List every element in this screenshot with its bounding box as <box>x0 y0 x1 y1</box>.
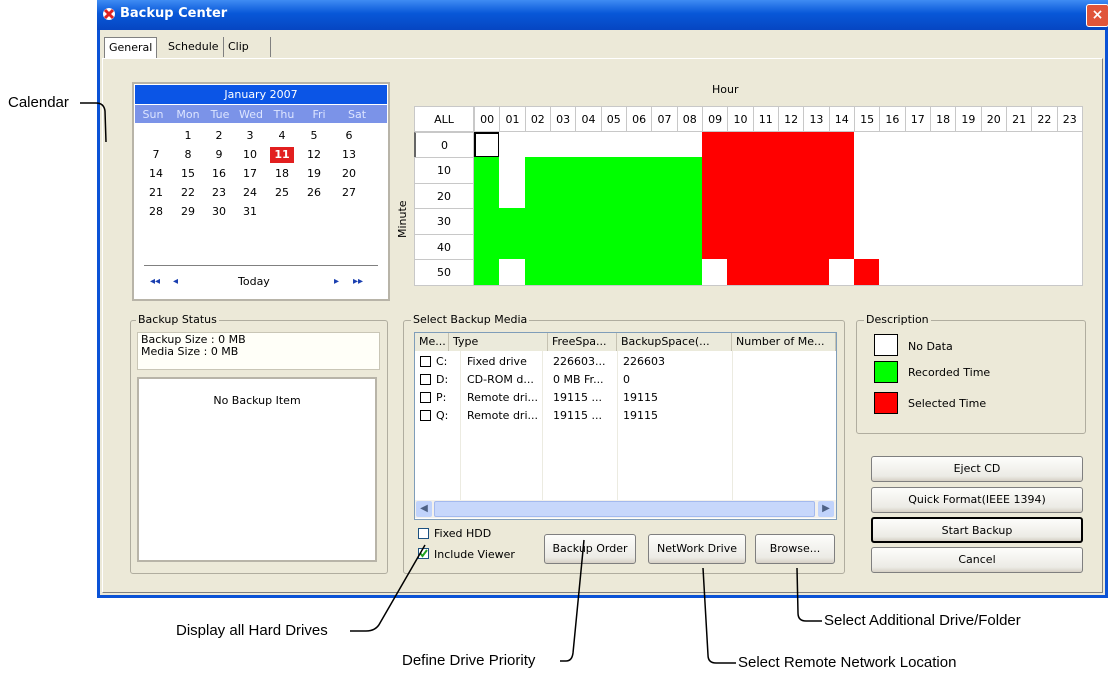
annotation-lines <box>80 102 822 664</box>
annotation-define-drive-priority: Define Drive Priority <box>402 652 536 669</box>
annotation-display-all-hard-drives: Display all Hard Drives <box>176 622 328 639</box>
annotation-select-remote-network-location: Select Remote Network Location <box>738 654 957 671</box>
annotation-select-additional-drive-folder: Select Additional Drive/Folder <box>824 612 1021 629</box>
annotation-calendar: Calendar <box>8 94 69 111</box>
